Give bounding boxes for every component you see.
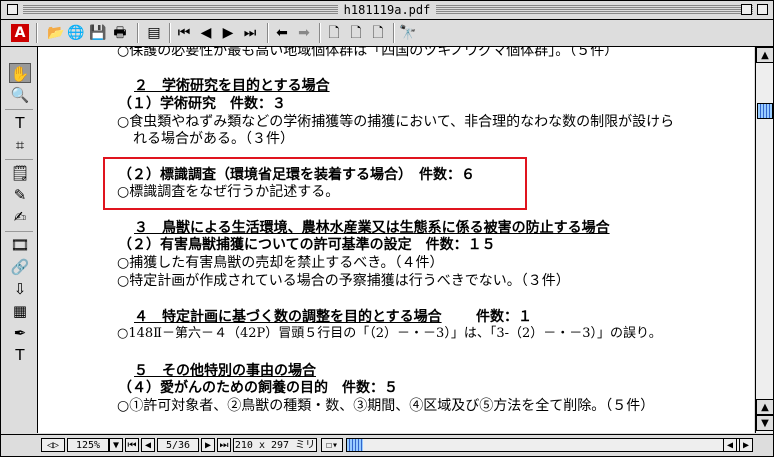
count-label: 件数：１ (476, 309, 532, 325)
toolbar-separator (393, 23, 395, 43)
previous-page-icon[interactable]: ◀ (197, 24, 215, 42)
form-tool-icon[interactable]: ▦ (9, 301, 31, 321)
status-bar: ◁▷ 125% ▼ ⏮ ◀ 5/36 ▶ ⏭ 210 x 297 ミリ ☐▾ ◀… (1, 434, 773, 456)
next-page-icon[interactable]: ▶ (219, 24, 237, 42)
highlight-tool-icon[interactable]: ✍ (9, 207, 31, 227)
movie-tool-icon[interactable]: 🎞 (9, 235, 31, 255)
tool-divider (5, 159, 33, 160)
vertical-scrollbar[interactable]: ▲ ▲ ▼ (755, 47, 773, 433)
text-line: ○特定計画が作成されている場合の予察捕獲は行うべきでない。（３件） (117, 273, 570, 289)
find-icon[interactable]: 🔭 (399, 24, 417, 42)
toolbar-separator (36, 23, 38, 43)
toolbar-separator (169, 23, 171, 43)
scroll-down-icon[interactable]: ▼ (756, 415, 773, 431)
document-page[interactable]: ○保護の必要性が最も高い地域個体群は「四国のツキノワグマ個体群」。（５件） ２ … (38, 47, 754, 433)
article-tool-icon[interactable]: ⇩ (9, 279, 31, 299)
open-web-icon[interactable]: 🌐 (67, 24, 85, 42)
toolbar-separator (137, 23, 139, 43)
scroll-up-icon[interactable]: ▲ (756, 47, 773, 63)
text-line: ○保護の必要性が最も高い地域個体群は「四国のツキノワグマ個体群」。（５件） (117, 47, 619, 59)
last-page-icon[interactable]: ⏭ (217, 438, 231, 452)
tool-divider (5, 231, 33, 232)
text-line: ○148Ⅱ－第六－４（42P）冒頭５行目の「（2）－・－3）」は、「3-（2）－… (117, 326, 662, 341)
link-tool-icon[interactable]: 🔗 (9, 257, 31, 277)
subsection-heading: （２）有害鳥獣捕獲についての許可基準の設定 件数：１５ (118, 237, 496, 253)
save-icon[interactable]: 💾 (89, 24, 107, 42)
print-icon[interactable]: 🖶 (111, 24, 129, 42)
tool-divider (5, 109, 33, 110)
fit-page-icon[interactable]: 🗋 (347, 24, 365, 42)
highlight-box (103, 157, 527, 210)
text-line: ○捕獲した有害鳥獣の売却を禁止するべき。（４件） (117, 255, 444, 271)
toolbar: A 📂 🌐 💾 🖶 ▤ ⏮ ◀ ▶ ⏭ ⬅ ➡ 🗋 🗋 🗋 🔭 (1, 20, 773, 47)
title-bar[interactable]: h181119a.pdf (1, 1, 773, 20)
page-display-menu-icon[interactable]: ☐▾ (321, 438, 343, 452)
last-page-icon[interactable]: ⏭ (241, 24, 259, 42)
window-title: h181119a.pdf (337, 3, 437, 17)
zoom-level[interactable]: 125% (67, 438, 109, 452)
scroll-left-icon[interactable]: ◀ (723, 438, 737, 452)
tool-palette: ✋ 🔍 T ⌗ 🗒 ✎ ✍ 🎞 🔗 ⇩ ▦ ✒ T (1, 47, 38, 433)
section-heading: ３ 鳥獣による生活環境、農林水産業又は生態系に係る被害の防止する場合 (134, 220, 610, 236)
zoom-menu-icon[interactable]: ▼ (109, 438, 123, 452)
section-heading: ５ その他特別の事由の場合 (134, 363, 316, 379)
acrobat-window: h181119a.pdf A 📂 🌐 💾 🖶 ▤ ⏮ ◀ ▶ ⏭ ⬅ ➡ 🗋 🗋… (0, 0, 774, 457)
go-back-icon[interactable]: ⬅ (273, 24, 291, 42)
note-tool-icon[interactable]: 🗒 (9, 163, 31, 183)
page-number[interactable]: 5/36 (157, 438, 199, 452)
touchup-text-tool-icon[interactable]: T (9, 345, 31, 365)
text-line: ○食虫類やねずみ類などの学術捕獲等の捕獲において、非合理的なわな数の制限が設けら (117, 114, 675, 130)
crop-tool-icon[interactable]: ⌗ (9, 135, 31, 155)
zoom-tool-icon[interactable]: 🔍 (9, 85, 31, 105)
go-forward-icon[interactable]: ➡ (295, 24, 313, 42)
page-size: 210 x 297 ミリ (233, 438, 317, 452)
subsection-heading: （４）愛がんのための飼養の目的 件数：５ (118, 380, 398, 396)
adobe-logo[interactable]: A (11, 24, 29, 42)
hand-tool-icon[interactable]: ✋ (9, 63, 31, 83)
pencil-tool-icon[interactable]: ✎ (9, 185, 31, 205)
page-layout-icon[interactable]: ◁▷ (41, 438, 65, 452)
text-line: ○①許可対象者、②鳥獣の種類・数、③期間、④区域及び⑤方法を全て削除。（５件） (117, 398, 655, 414)
horizontal-scrollbar[interactable] (346, 438, 751, 452)
zoom-box[interactable] (741, 4, 752, 15)
open-icon[interactable]: 📂 (47, 24, 65, 42)
signature-tool-icon[interactable]: ✒ (9, 323, 31, 343)
previous-page-icon[interactable]: ◀ (141, 438, 155, 452)
next-page-icon[interactable]: ▶ (201, 438, 215, 452)
vertical-scroll-thumb[interactable] (757, 103, 773, 119)
toolbar-separator (267, 23, 269, 43)
subsection-heading: （１）学術研究 件数：３ (118, 96, 286, 112)
fit-width-icon[interactable]: 🗋 (369, 24, 387, 42)
actual-size-icon[interactable]: 🗋 (325, 24, 343, 42)
first-page-icon[interactable]: ⏮ (175, 24, 193, 42)
text-line: れる場合がある。（３件） (133, 131, 294, 147)
scroll-up-icon[interactable]: ▲ (756, 399, 773, 415)
navigation-pane-icon[interactable]: ▤ (145, 24, 163, 42)
text-select-tool-icon[interactable]: T (9, 113, 31, 133)
first-page-icon[interactable]: ⏮ (125, 438, 139, 452)
horizontal-scroll-thumb[interactable] (347, 439, 363, 451)
toolbar-separator (319, 23, 321, 43)
section-heading: ２ 学術研究を目的とする場合 (134, 78, 330, 94)
scroll-right-icon[interactable]: ▶ (739, 438, 753, 452)
collapse-box[interactable] (757, 4, 768, 15)
section-heading: ４ 特定計画に基づく数の調整を目的とする場合 (134, 309, 442, 325)
